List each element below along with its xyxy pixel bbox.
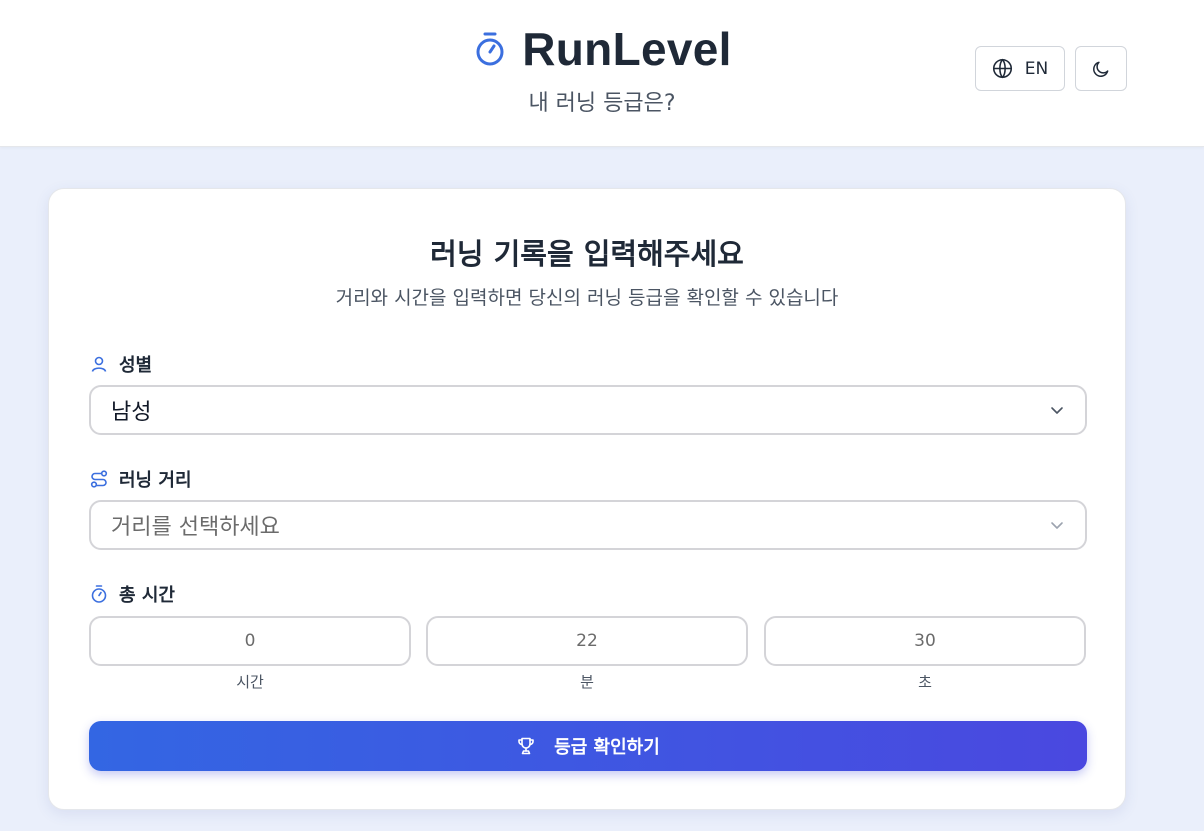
language-toggle-button[interactable]: EN [975,46,1065,91]
chevron-down-icon [1049,517,1065,533]
seconds-unit-label: 초 [918,673,932,691]
gender-label: 성별 [89,351,152,377]
stopwatch-icon [472,31,508,67]
time-label: 총 시간 [89,581,175,607]
user-icon [89,354,109,374]
gender-selected-value: 남성 [111,400,152,425]
chevron-down-icon [1049,402,1065,418]
record-form-card: 러닝 기록을 입력해주세요 거리와 시간을 입력하면 당신의 러닝 등급을 확인… [48,188,1126,810]
minutes-input[interactable]: 22 [426,616,748,666]
seconds-input[interactable]: 30 [764,616,1086,666]
theme-toggle-button[interactable] [1075,46,1127,91]
form-description: 거리와 시간을 입력하면 당신의 러닝 등급을 확인할 수 있습니다 [335,287,839,309]
app-header: RunLevel 내 러닝 등급은? EN [0,0,1204,147]
minutes-unit-label: 분 [580,673,594,691]
hours-input[interactable]: 0 [89,616,411,666]
distance-label-text: 러닝 거리 [119,470,192,491]
distance-placeholder: 거리를 선택하세요 [111,515,280,540]
globe-icon [992,58,1013,79]
distance-select[interactable]: 거리를 선택하세요 [89,500,1087,550]
check-grade-label: 등급 확인하기 [554,737,660,758]
language-label: EN [1024,58,1049,79]
check-grade-button[interactable]: 등급 확인하기 [89,721,1087,771]
gender-select[interactable]: 남성 [89,385,1087,435]
trophy-icon [516,736,536,756]
moon-icon [1091,59,1111,79]
form-title: 러닝 기록을 입력해주세요 [430,237,744,271]
gender-label-text: 성별 [119,355,153,376]
distance-label: 러닝 거리 [89,466,192,492]
route-icon [89,469,109,489]
hours-unit-label: 시간 [236,673,264,691]
stopwatch-icon [89,584,109,604]
app-title: RunLevel [522,23,732,75]
time-label-text: 총 시간 [119,585,175,606]
